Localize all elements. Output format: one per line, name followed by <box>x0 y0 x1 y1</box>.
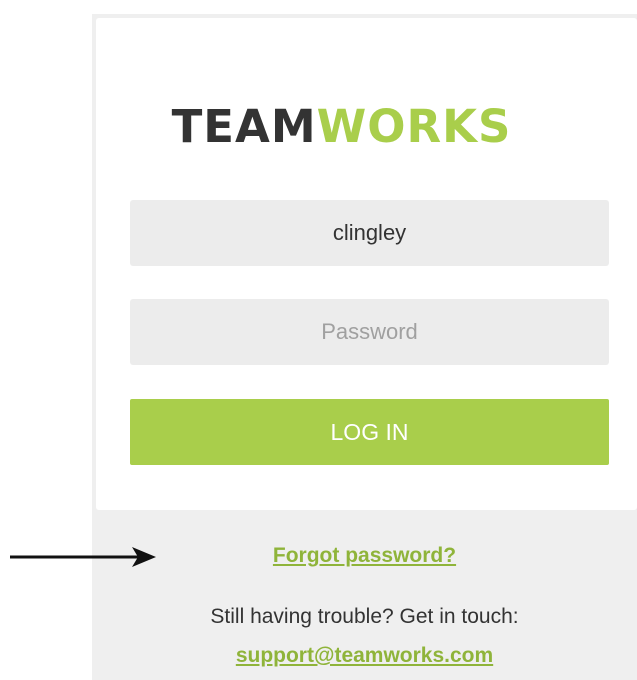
trouble-help-text: Still having trouble? Get in touch: <box>210 605 519 628</box>
teamworks-logo: TEAMWORKS <box>71 104 612 149</box>
logo-works-text: WORKS <box>316 100 512 153</box>
support-email-link[interactable]: support@teamworks.com <box>92 644 637 668</box>
right-arrow-icon <box>10 547 156 567</box>
username-input[interactable] <box>130 200 609 266</box>
logo-team-text: TEAM <box>171 100 317 153</box>
password-input[interactable] <box>130 299 609 365</box>
login-button[interactable]: LOG IN <box>130 399 609 465</box>
forgot-password-link[interactable]: Forgot password? <box>92 544 637 568</box>
